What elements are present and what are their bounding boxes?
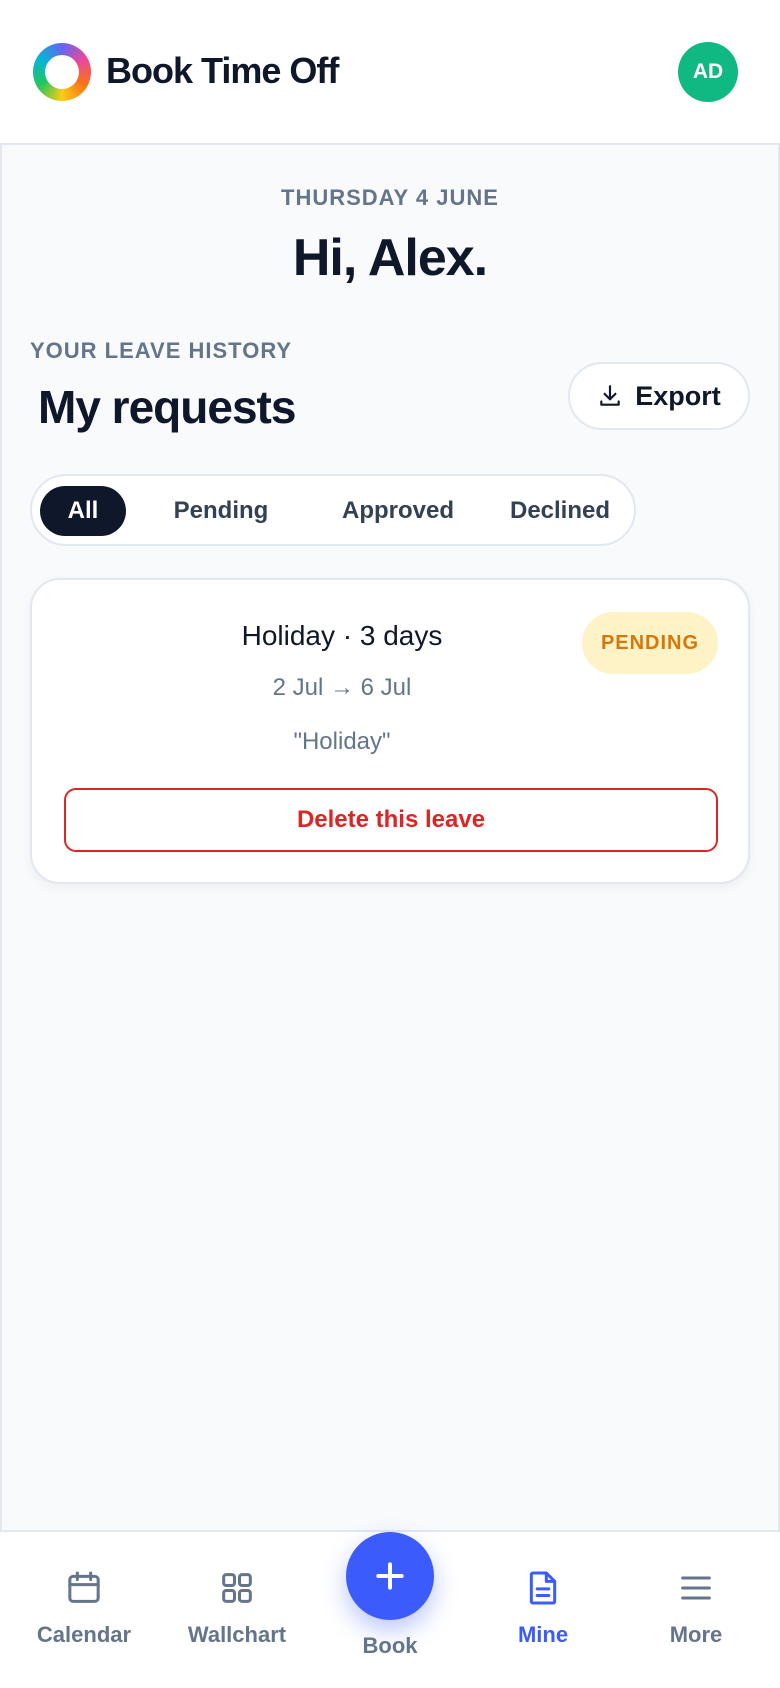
nav-label-calendar: Calendar	[36, 1622, 132, 1647]
logo-ring-icon	[33, 43, 91, 101]
book-button[interactable]	[346, 1532, 434, 1620]
calendar-icon	[68, 1571, 100, 1603]
filter-tab-all[interactable]: All	[40, 486, 126, 536]
request-title: Holiday · 3 days	[241, 620, 443, 651]
book-label: Book	[362, 1633, 418, 1658]
nav-item-wallchart[interactable]: Wallchart	[162, 1568, 312, 1648]
status-badge: PENDING	[582, 612, 718, 674]
grid-icon	[222, 1573, 252, 1603]
nav-label-mine: Mine	[517, 1622, 569, 1647]
delete-leave-button[interactable]: Delete this leave	[64, 788, 718, 852]
export-button[interactable]: Export	[568, 362, 750, 430]
section-eyebrow: YOUR LEAVE HISTORY	[30, 338, 293, 363]
request-dates: 2 Jul → 6 Jul	[272, 674, 412, 701]
nav-label-wallchart: Wallchart	[187, 1622, 287, 1647]
status-filter: All Pending Approved Declined	[30, 474, 636, 546]
plus-icon	[376, 1562, 404, 1590]
download-icon	[600, 385, 620, 406]
nav-item-more[interactable]: More	[621, 1568, 771, 1648]
page-title: My requests	[38, 381, 296, 433]
app-title: Book Time Off	[106, 50, 339, 91]
filter-tab-declined[interactable]: Declined	[494, 486, 626, 536]
nav-item-mine[interactable]: Mine	[468, 1568, 618, 1648]
leave-request-card: Holiday · 3 days 2 Jul → 6 Jul "Holiday"…	[30, 578, 750, 884]
current-date: THURSDAY 4 JUNE	[281, 185, 499, 210]
avatar[interactable]: AD	[678, 42, 738, 102]
filter-tab-pending[interactable]: Pending	[148, 486, 294, 536]
top-bar: Book Time Off AD	[0, 0, 780, 145]
request-note: "Holiday"	[293, 728, 391, 755]
menu-icon	[681, 1576, 711, 1600]
document-icon	[529, 1571, 557, 1605]
filter-tab-approved[interactable]: Approved	[314, 486, 482, 536]
export-label: Export	[635, 380, 721, 411]
nav-item-calendar[interactable]: Calendar	[9, 1568, 159, 1648]
nav-label-more: More	[669, 1622, 723, 1647]
greeting-heading: Hi, Alex.	[292, 229, 488, 287]
